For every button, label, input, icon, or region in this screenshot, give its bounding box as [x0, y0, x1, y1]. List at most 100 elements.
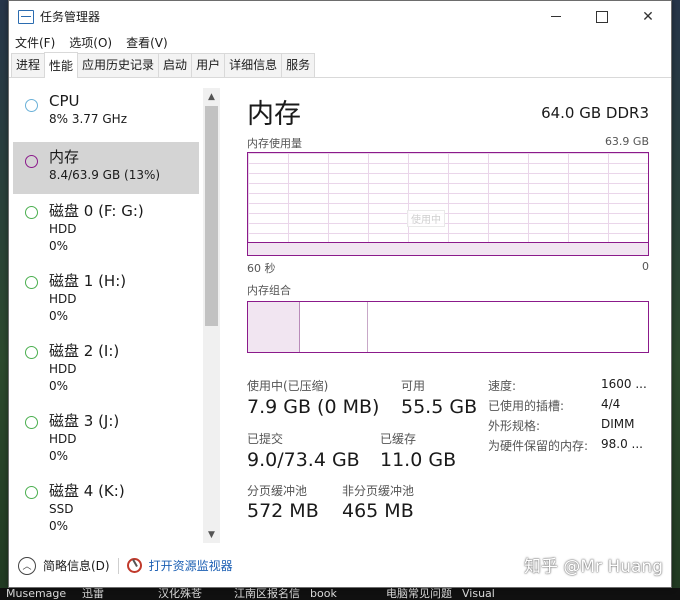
resource-name: 磁盘 2 (I:)	[49, 342, 120, 360]
available-value: 55.5 GB	[401, 396, 478, 418]
resource-item-disk-0[interactable]: 磁盘 0 (F: G:) HDD 0%	[13, 202, 199, 262]
maximize-button[interactable]	[579, 1, 625, 32]
footer-divider	[117, 557, 119, 574]
window-title: 任务管理器	[40, 10, 101, 24]
tab-users[interactable]: 用户	[191, 53, 226, 77]
resource-name: 磁盘 1 (H:)	[49, 272, 127, 290]
fewer-details-button[interactable]: 简略信息(D)	[43, 557, 110, 574]
in-use-value: 7.9 GB (0 MB)	[247, 396, 380, 418]
composition-label: 内存组合	[247, 284, 291, 297]
taskbar-item[interactable]: Visual	[456, 588, 532, 600]
scroll-down-icon[interactable]: ▼	[203, 526, 220, 543]
taskbar: Musemage 迅雷 汉化殊苍 江南区报名信 book 电脑常见问题 Visu…	[0, 588, 680, 600]
memory-detail-panel: 内存 64.0 GB DDR3 内存使用量 63.9 GB 使用中 60 秒 0…	[247, 78, 649, 545]
nonpaged-pool-label: 非分页缓冲池	[342, 484, 415, 498]
memory-indicator-icon	[25, 155, 38, 168]
graph-in-use-label: 使用中	[407, 210, 445, 227]
resource-usage: 0%	[49, 379, 69, 393]
taskbar-item[interactable]: 电脑常见问题	[380, 588, 456, 600]
slots-used-value: 4/4	[601, 397, 621, 411]
graph-time-end: 0	[642, 260, 649, 273]
taskbar-item[interactable]: 迅雷	[76, 588, 152, 600]
resource-name: 磁盘 4 (K:)	[49, 482, 125, 500]
speed-label: 速度:	[488, 379, 517, 393]
taskbar-item[interactable]: book	[304, 588, 380, 600]
cached-value: 11.0 GB	[380, 449, 457, 471]
cached-label: 已缓存	[380, 432, 417, 446]
graph-time-start: 60 秒	[247, 262, 276, 275]
committed-label: 已提交	[247, 432, 284, 446]
committed-value: 9.0/73.4 GB	[247, 449, 360, 471]
tab-startup[interactable]: 启动	[158, 53, 193, 77]
memory-usage-fill	[248, 241, 648, 255]
page-title: 内存	[247, 99, 301, 130]
paged-pool-value: 572 MB	[247, 500, 319, 522]
resource-item-disk-4[interactable]: 磁盘 4 (K:) SSD 0%	[13, 482, 199, 542]
resource-usage: 0%	[49, 449, 69, 463]
open-resource-monitor-link[interactable]: 打开资源监视器	[149, 557, 233, 574]
resource-monitor-icon[interactable]	[126, 558, 142, 573]
menu-file[interactable]: 文件(F)	[15, 34, 55, 51]
in-use-label: 使用中(已压缩)	[247, 379, 329, 393]
composition-in-use	[248, 302, 300, 352]
usage-graph-label: 内存使用量	[247, 137, 302, 150]
close-button[interactable]	[625, 1, 671, 32]
disk-indicator-icon	[25, 206, 38, 219]
resource-item-cpu[interactable]: CPU 8% 3.77 GHz	[13, 92, 199, 136]
resource-name: 内存	[49, 148, 80, 166]
cpu-indicator-icon	[25, 99, 38, 112]
resource-name: 磁盘 0 (F: G:)	[49, 202, 144, 220]
scroll-up-icon[interactable]: ▲	[203, 88, 220, 105]
paged-pool-label: 分页缓冲池	[247, 484, 308, 498]
taskbar-item[interactable]: Musemage	[0, 588, 76, 600]
disk-indicator-icon	[25, 276, 38, 289]
resource-detail: 8.4/63.9 GB (13%)	[49, 168, 161, 182]
tab-details[interactable]: 详细信息	[224, 53, 283, 77]
resource-list: CPU 8% 3.77 GHz 内存 8.4/63.9 GB (13%) 磁盘 …	[9, 78, 221, 545]
menu-view[interactable]: 查看(V)	[126, 34, 168, 51]
speed-value: 1600 ...	[601, 377, 647, 391]
resource-item-memory[interactable]: 内存 8.4/63.9 GB (13%)	[13, 142, 199, 194]
composition-modified	[300, 302, 368, 352]
memory-composition-bar	[247, 301, 649, 353]
tab-app-history[interactable]: 应用历史记录	[77, 53, 160, 77]
available-label: 可用	[401, 379, 426, 393]
disk-indicator-icon	[25, 346, 38, 359]
task-manager-window: 任务管理器 文件(F) 选项(O) 查看(V) 进程 性能 应用历史记录 启动 …	[8, 0, 672, 588]
minimize-button[interactable]	[533, 1, 579, 32]
memory-spec: 64.0 GB DDR3	[541, 104, 649, 122]
resource-item-disk-3[interactable]: 磁盘 3 (J:) HDD 0%	[13, 412, 199, 472]
resource-list-scrollbar[interactable]: ▲ ▼	[203, 88, 220, 543]
resource-usage: 0%	[49, 309, 69, 323]
hardware-reserved-value: 98.0 ...	[601, 437, 643, 451]
menu-options[interactable]: 选项(O)	[69, 34, 112, 51]
form-factor-value: DIMM	[601, 417, 635, 431]
chevron-up-icon[interactable]: ︿	[18, 556, 36, 575]
resource-type: HDD	[49, 292, 77, 306]
resource-usage: 0%	[49, 519, 69, 533]
disk-indicator-icon	[25, 416, 38, 429]
usage-graph-max: 63.9 GB	[604, 135, 649, 148]
slots-used-label: 已使用的插槽:	[488, 399, 565, 413]
tab-services[interactable]: 服务	[281, 53, 316, 77]
taskbar-item[interactable]: 江南区报名信	[228, 588, 304, 600]
tab-performance[interactable]: 性能	[44, 52, 79, 78]
menu-bar: 文件(F) 选项(O) 查看(V)	[9, 32, 671, 52]
disk-indicator-icon	[25, 486, 38, 499]
taskbar-item[interactable]: 汉化殊苍	[152, 588, 228, 600]
resource-name: 磁盘 3 (J:)	[49, 412, 120, 430]
form-factor-label: 外形规格:	[488, 419, 541, 433]
hardware-reserved-label: 为硬件保留的内存:	[488, 439, 589, 453]
watermark-text: 知乎 @Mr Huang	[523, 557, 663, 577]
scrollbar-thumb[interactable]	[205, 106, 218, 326]
resource-type: HDD	[49, 222, 77, 236]
memory-usage-graph: 使用中	[247, 152, 649, 256]
resource-item-disk-2[interactable]: 磁盘 2 (I:) HDD 0%	[13, 342, 199, 402]
nonpaged-pool-value: 465 MB	[342, 500, 414, 522]
title-bar[interactable]: 任务管理器	[9, 1, 671, 32]
tab-processes[interactable]: 进程	[11, 53, 46, 77]
resource-item-disk-1[interactable]: 磁盘 1 (H:) HDD 0%	[13, 272, 199, 332]
resource-name: CPU	[49, 92, 80, 110]
resource-type: HDD	[49, 432, 77, 446]
resource-usage: 0%	[49, 239, 69, 253]
